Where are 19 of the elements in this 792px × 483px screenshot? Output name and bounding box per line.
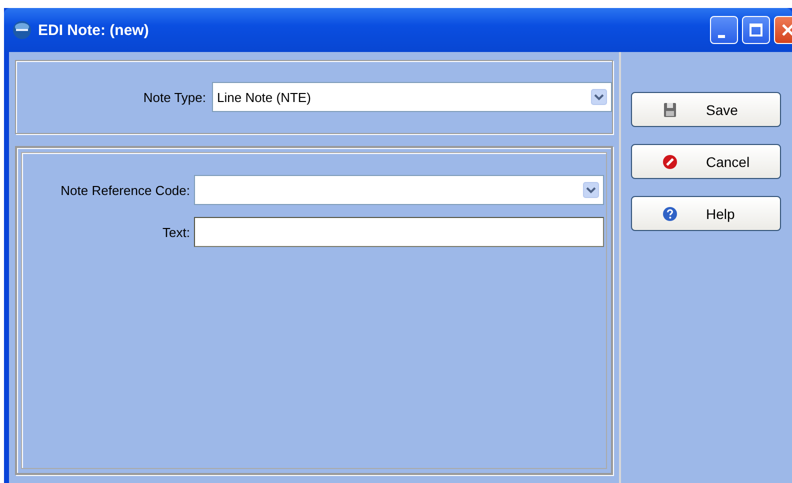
minimize-button[interactable] — [710, 16, 738, 44]
floppy-icon — [662, 102, 678, 118]
action-button[interactable]: Help — [631, 196, 781, 231]
action-button[interactable]: Save — [631, 92, 781, 127]
maximize-button[interactable] — [742, 16, 770, 44]
field-label: Text: — [162, 224, 190, 240]
action-button[interactable]: Cancel — [631, 144, 781, 179]
maximize-icon — [749, 23, 763, 37]
no-entry-icon — [662, 154, 678, 170]
note-type-dropdown[interactable]: Line Note (NTE) — [212, 82, 612, 112]
reference-code-dropdown[interactable] — [194, 175, 604, 205]
help-icon — [662, 206, 678, 222]
globe-icon — [12, 20, 32, 40]
text-input-field[interactable] — [194, 217, 604, 247]
field-label: Note Reference Code: — [60, 182, 190, 198]
close-icon — [781, 23, 792, 37]
note-type-label: Note Type: — [142, 90, 206, 104]
minimize-icon — [718, 34, 724, 38]
window-title: EDI Note: (new) — [38, 22, 149, 38]
